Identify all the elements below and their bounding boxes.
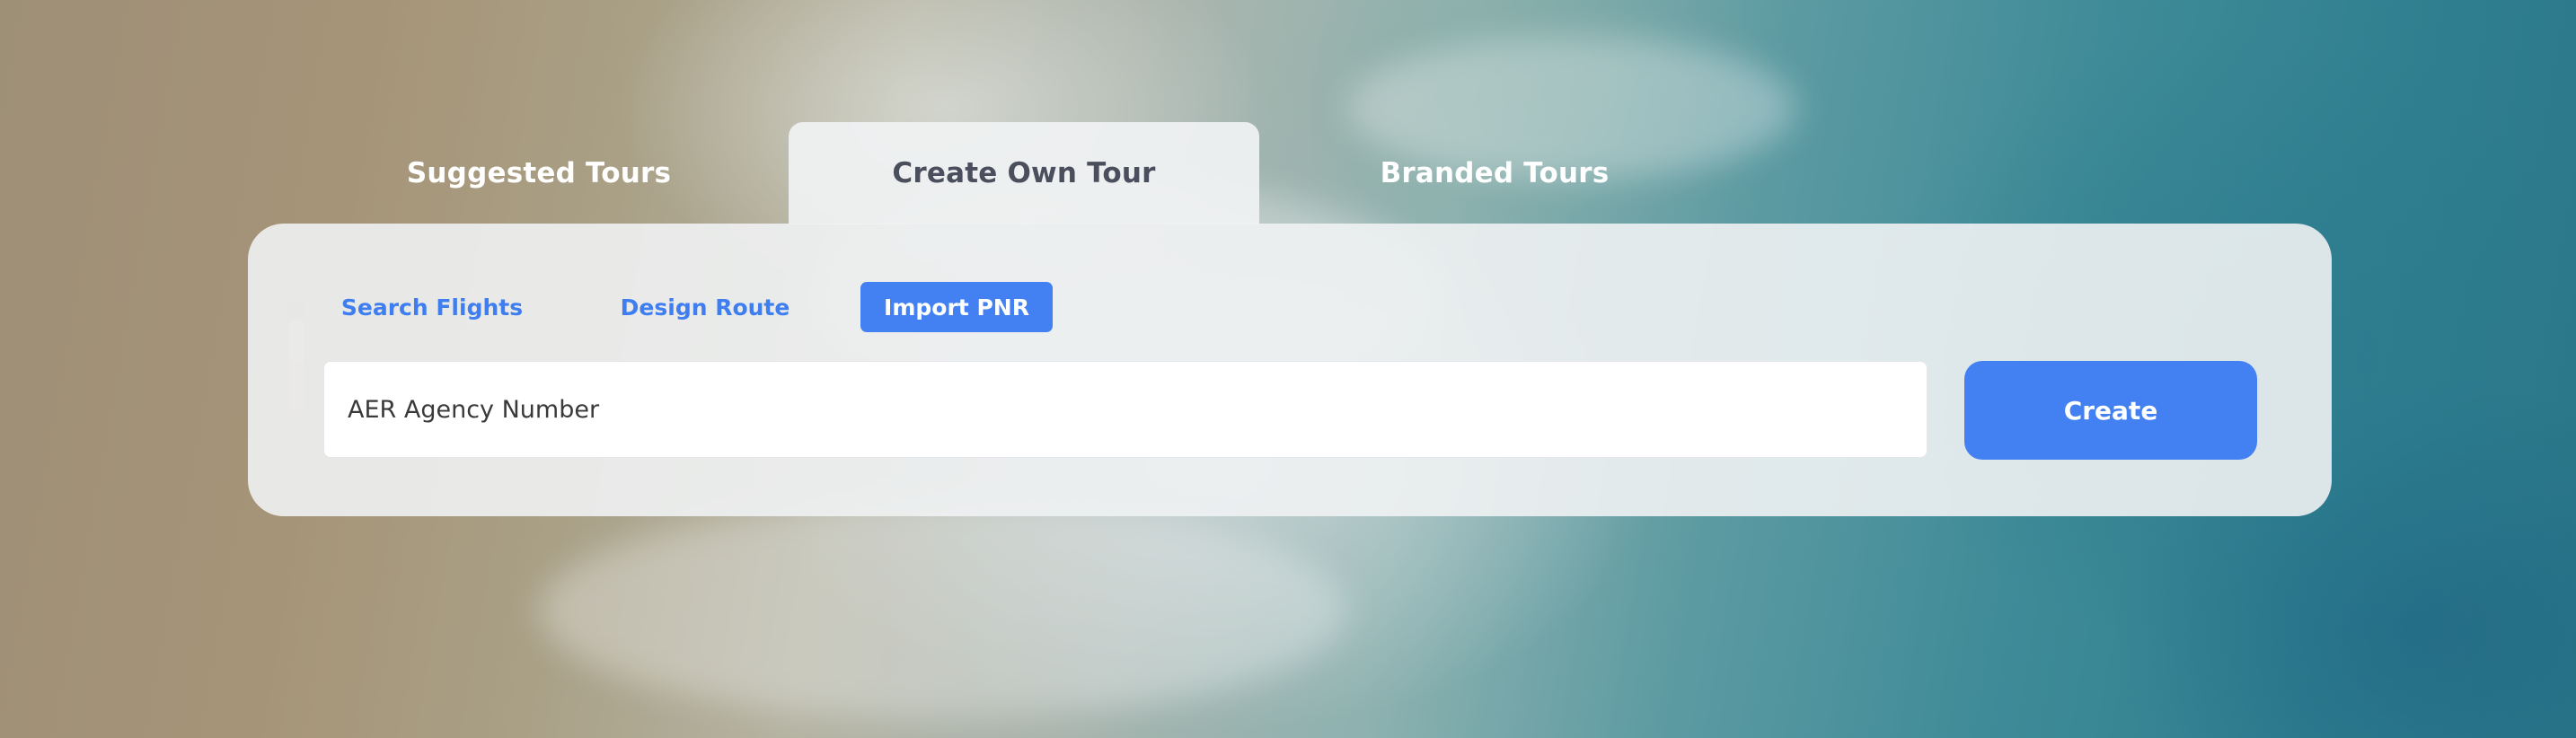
tab-branded-tours[interactable]: Branded Tours xyxy=(1315,122,1674,224)
agency-number-input[interactable]: AER Agency Number xyxy=(323,361,1928,458)
wave-foam xyxy=(539,503,1347,718)
create-tour-panel: Search Flights Design Route Import PNR A… xyxy=(248,224,2332,516)
agency-number-input-text: AER Agency Number xyxy=(348,395,600,424)
tab-suggested-tours[interactable]: Suggested Tours xyxy=(359,122,719,224)
subtab-import-pnr[interactable]: Import PNR xyxy=(860,282,1053,332)
subtab-design-route[interactable]: Design Route xyxy=(611,282,799,332)
create-button[interactable]: Create xyxy=(1964,361,2257,460)
subtab-search-flights[interactable]: Search Flights xyxy=(338,282,526,332)
tab-create-own-tour[interactable]: Create Own Tour xyxy=(789,122,1259,224)
tour-tabs: Suggested Tours Create Own Tour Branded … xyxy=(0,122,2576,224)
